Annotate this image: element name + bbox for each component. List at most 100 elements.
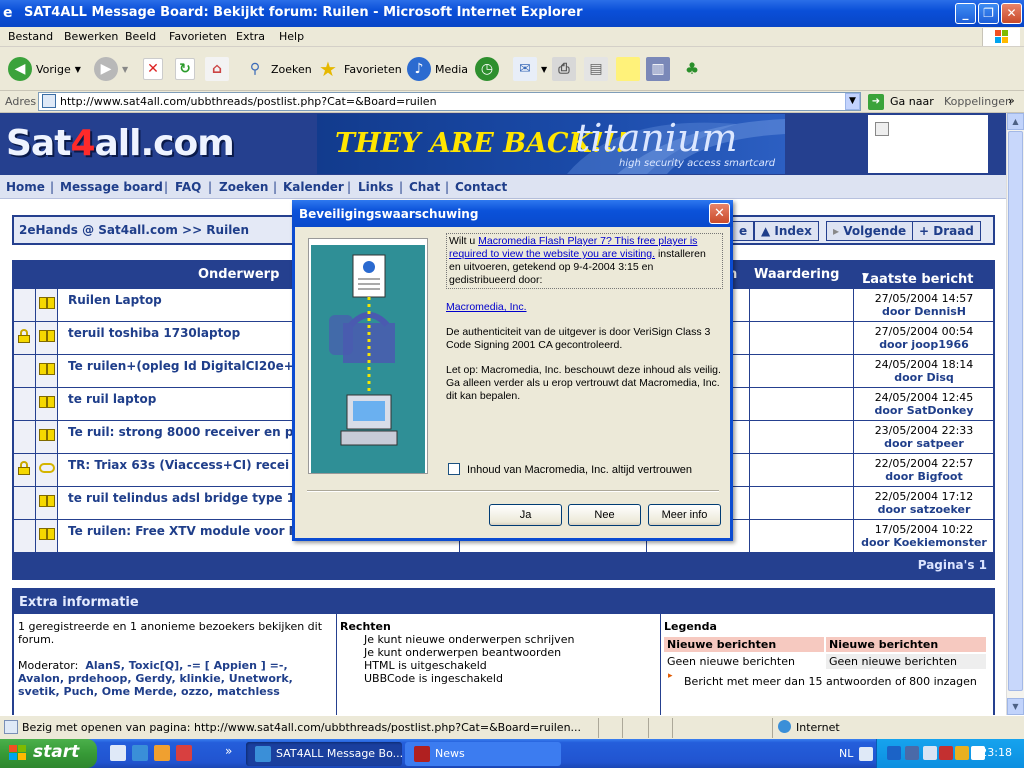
clock[interactable]: 23:18 (980, 746, 1012, 759)
menu-view[interactable]: Beeld (125, 30, 156, 43)
breadcrumb[interactable]: 2eHands @ Sat4all.com >> Ruilen (19, 223, 249, 237)
nav-zoeken[interactable]: Zoeken (219, 180, 268, 194)
thread-subject-link[interactable]: te ruil telindus adsl bridge type 11 (68, 491, 303, 505)
refresh-button[interactable]: ↻ (175, 55, 195, 83)
start-button[interactable]: start (0, 739, 97, 768)
thread-subject-link[interactable]: Te ruilen: Free XTV module voor M (68, 524, 301, 538)
links-toolbar[interactable]: Koppelingen (944, 95, 1012, 108)
scroll-down-icon[interactable]: ▼ (1007, 698, 1024, 715)
quicklaunch-more-icon[interactable]: » (225, 744, 232, 758)
system-tray: 23:18 (876, 739, 1024, 768)
ad-banner[interactable]: THEY ARE BACK!!! titanium high security … (317, 114, 785, 174)
last-post-author[interactable]: door SatDonkey (855, 404, 993, 417)
forward-dropdown-icon[interactable]: ▼ (122, 65, 128, 74)
home-button[interactable]: ⌂ (205, 55, 229, 83)
menu-tools[interactable]: Extra (236, 30, 265, 43)
nav-chat[interactable]: Chat (409, 180, 440, 194)
history-button[interactable]: ◷ (475, 55, 499, 83)
rights-item: Je kunt onderwerpen beantwoorden (364, 646, 562, 659)
media-button[interactable]: ♪ Media (407, 55, 468, 83)
outlook-quicklaunch-icon[interactable] (154, 745, 170, 761)
thread-subject-link[interactable]: TR: Triax 63s (Viaccess+CI) recei (68, 458, 289, 472)
show-desktop-icon[interactable] (110, 745, 126, 761)
index-button[interactable]: ▲ Index (754, 221, 819, 241)
messenger-button[interactable]: ♣ (680, 55, 704, 83)
more-info-button[interactable]: Meer info (648, 504, 721, 526)
nav-faq[interactable]: FAQ (175, 180, 201, 194)
research-button[interactable]: ▥ (646, 55, 670, 83)
go-arrow-icon[interactable]: ➜ (868, 94, 884, 110)
address-input[interactable]: http://www.sat4all.com/ubbthreads/postli… (38, 92, 861, 111)
search-button[interactable]: ⚲ Zoeken (243, 55, 312, 83)
scroll-thumb[interactable] (1008, 131, 1023, 691)
ie-quicklaunch-icon[interactable] (132, 745, 148, 761)
address-dropdown-icon[interactable]: ▼ (845, 93, 860, 110)
col-subject[interactable]: Onderwerp (198, 267, 279, 282)
menu-file[interactable]: Bestand (8, 30, 53, 43)
dialog-close-button[interactable]: ✕ (709, 203, 730, 224)
nav-home[interactable]: Home (6, 180, 45, 194)
tray-arrow-icon[interactable] (887, 746, 901, 760)
nav-links[interactable]: Links (358, 180, 393, 194)
col-rating[interactable]: Waardering (754, 267, 839, 282)
vertical-scrollbar[interactable]: ▲ ▼ (1006, 113, 1024, 715)
thread-subject-link[interactable]: Ruilen Laptop (68, 293, 162, 307)
pagination[interactable]: Pagina's 1 (918, 558, 987, 572)
next-button[interactable]: ▸ Volgende (826, 221, 914, 241)
thread-subject-link[interactable]: teruil toshiba 1730laptop (68, 326, 240, 340)
links-more-icon[interactable]: » (1008, 94, 1015, 107)
tray-antivirus-icon[interactable] (939, 746, 953, 760)
last-post-author[interactable]: door satpeer (855, 437, 993, 450)
tray-monitor-icon[interactable] (923, 746, 937, 760)
thread-button[interactable]: + Draad (912, 221, 981, 241)
favorites-button[interactable]: ★ Favorieten (316, 55, 402, 83)
publisher-link[interactable]: Macromedia, Inc. (446, 301, 527, 313)
thread-subject-link[interactable]: Te ruil: strong 8000 receiver en p (68, 425, 293, 439)
go-button[interactable]: Ga naar (890, 95, 934, 108)
last-post-author[interactable]: door satzoeker (855, 503, 993, 516)
thread-subject-link[interactable]: te ruil laptop (68, 392, 156, 406)
stop-button[interactable]: ✕ (143, 55, 163, 83)
checkbox-label: Inhoud van Macromedia, Inc. altijd vertr… (467, 464, 693, 476)
last-post-author[interactable]: door Koekiemonster (855, 536, 993, 549)
last-post-author[interactable]: door Bigfoot (855, 470, 993, 483)
certificate-computer-icon (329, 254, 398, 446)
task-ie-window[interactable]: SAT4ALL Message Bo... (246, 742, 402, 766)
dialog-titlebar[interactable]: Beveiligingswaarschuwing ✕ (292, 200, 733, 227)
nav-contact[interactable]: Contact (455, 180, 507, 194)
menu-favorites[interactable]: Favorieten (169, 30, 227, 43)
no-button[interactable]: Nee (568, 504, 641, 526)
site-logo[interactable]: Sat4all.com (6, 123, 235, 164)
mail-button[interactable]: ✉ ▼ (513, 55, 547, 83)
last-post-author[interactable]: door DennisH (855, 305, 993, 318)
menu-edit[interactable]: Bewerken (64, 30, 118, 43)
scroll-up-icon[interactable]: ▲ (1007, 113, 1024, 130)
tray-network-icon[interactable] (905, 746, 919, 760)
back-dropdown-icon[interactable]: ▼ (75, 65, 81, 74)
always-trust-checkbox[interactable]: Inhoud van Macromedia, Inc. altijd vertr… (448, 463, 692, 476)
minimize-button[interactable]: _ (955, 3, 976, 24)
last-post-author[interactable]: door joop1966 (855, 338, 993, 351)
print-button[interactable]: ⎙ (552, 55, 576, 83)
media-quicklaunch-icon[interactable] (176, 745, 192, 761)
nav-message-board[interactable]: Message board (60, 180, 163, 194)
checkbox-box[interactable] (448, 463, 460, 475)
tray-shield-icon[interactable] (955, 746, 969, 760)
nav-kalender[interactable]: Kalender (283, 180, 344, 194)
task-news-window[interactable]: News (405, 742, 561, 766)
thread-subject-link[interactable]: Te ruilen+(opleg Id DigitalCI20e+ (68, 359, 294, 373)
mail-dropdown-icon[interactable]: ▼ (541, 65, 547, 74)
previous-button[interactable]: e (732, 221, 755, 241)
yes-button[interactable]: Ja (489, 504, 562, 526)
keyboard-icon[interactable] (859, 747, 873, 761)
language-indicator[interactable]: NL (839, 747, 853, 760)
discuss-button[interactable] (616, 55, 640, 83)
menu-help[interactable]: Help (279, 30, 304, 43)
last-post-author[interactable]: door Disq (855, 371, 993, 384)
maximize-button[interactable]: ❐ (978, 3, 999, 24)
back-button[interactable]: ◀ Vorige ▼ (8, 55, 81, 83)
window-titlebar[interactable]: e SAT4ALL Message Board: Bekijkt forum: … (0, 0, 1024, 27)
edit-button[interactable]: ▤ (584, 55, 608, 83)
close-button[interactable]: ✕ (1001, 3, 1022, 24)
forward-button[interactable]: ▶ ▼ (94, 55, 128, 83)
